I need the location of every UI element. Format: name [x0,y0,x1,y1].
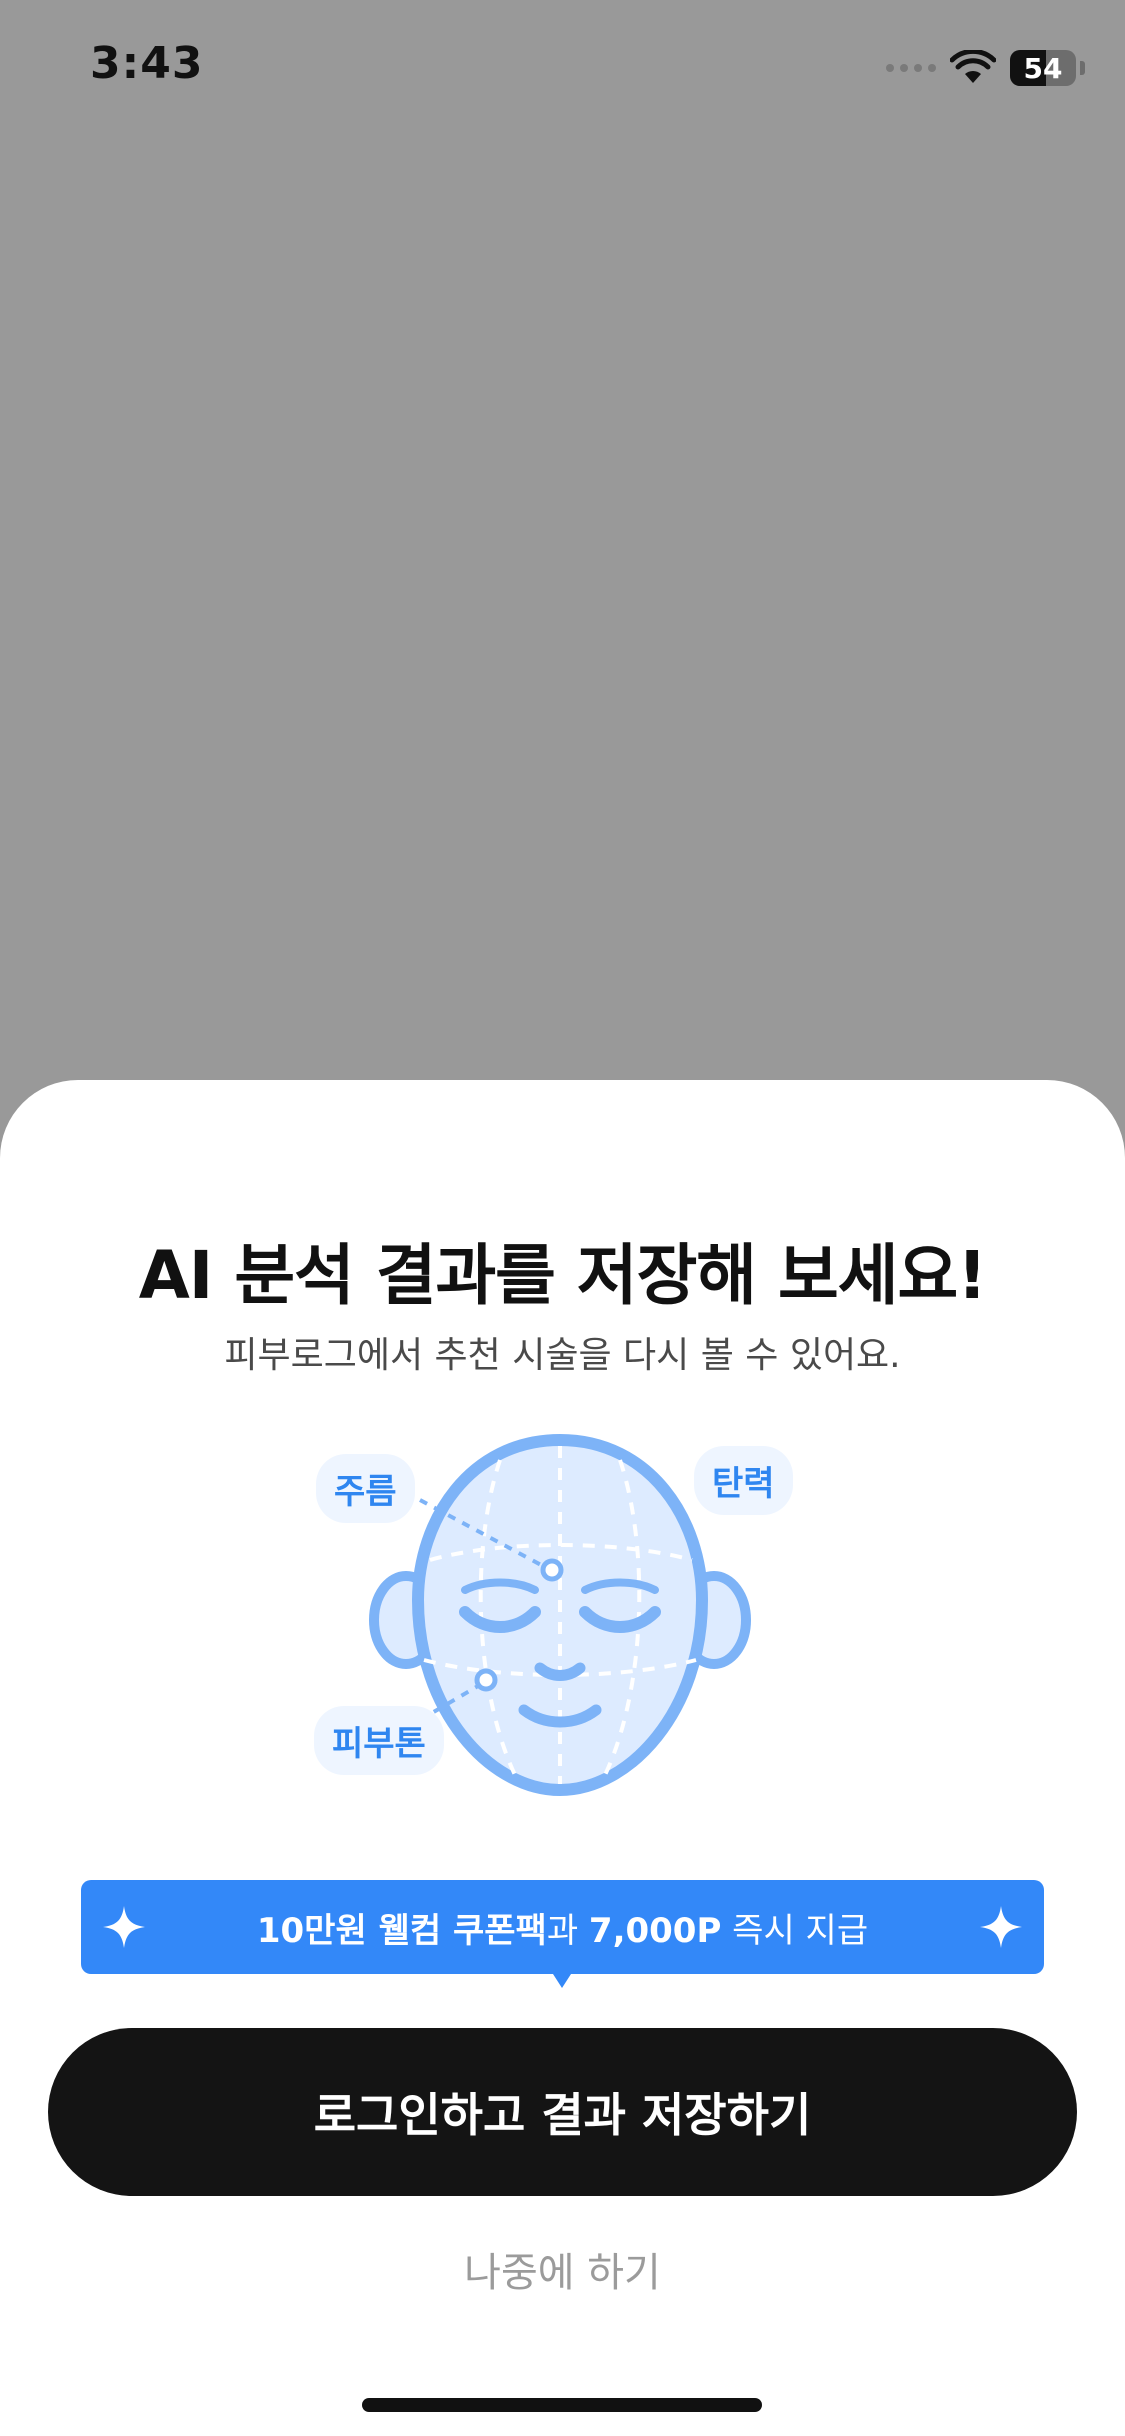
battery-icon: 54 [1010,50,1076,86]
sparkle-icon [103,1906,145,1948]
tag-elasticity: 탄력 [694,1446,793,1515]
promo-text: 10만원 웰컴 쿠폰팩과 7,000P 즉시 지급 [257,1903,868,1952]
sheet-title: AI 분석 결과를 저장해 보세요! [138,1237,988,1314]
status-bar: 3:43 54 [0,0,1125,140]
face-illustration: 주름 탄력 피부톤 [300,1430,820,1810]
promo-suffix: 즉시 지급 [721,1910,869,1951]
promo-banner: 10만원 웰컴 쿠폰팩과 7,000P 즉시 지급 [81,1880,1044,1974]
tag-skin-tone: 피부톤 [314,1706,444,1775]
save-result-bottom-sheet: AI 분석 결과를 저장해 보세요! 피부로그에서 추천 시술을 다시 볼 수 … [0,1080,1125,2436]
sheet-subtitle: 피부로그에서 추천 시술을 다시 볼 수 있어요. [224,1335,901,1376]
battery-nub [1080,61,1085,75]
promo-coupon: 10만원 웰컴 쿠폰팩 [256,1910,547,1951]
cellular-signal-icon [886,64,936,72]
promo-conjunction: 과 [546,1910,589,1951]
home-indicator [362,2398,762,2412]
promo-banner-tail [553,1974,571,1988]
later-button[interactable]: 나중에 하기 [0,2240,1125,2298]
login-save-button[interactable]: 로그인하고 결과 저장하기 [48,2028,1077,2196]
status-indicators: 54 [886,48,1085,88]
wifi-icon [950,50,996,83]
promo-points: 7,000P [588,1910,722,1951]
battery-level: 54 [1023,51,1063,85]
sparkle-icon [980,1906,1022,1948]
status-time: 3:43 [90,38,204,89]
tag-wrinkle: 주름 [316,1454,415,1523]
